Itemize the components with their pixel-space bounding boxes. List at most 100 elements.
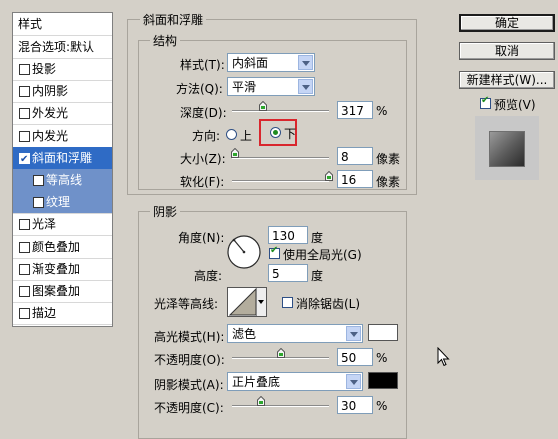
style-item[interactable]: 纹理 <box>13 191 112 215</box>
bevel-style-select[interactable]: 内斜面 <box>227 53 315 72</box>
size-slider-thumb[interactable] <box>230 148 239 158</box>
shadow-opacity-unit: % <box>376 399 388 413</box>
style-item[interactable]: 渐变叠加 <box>13 258 112 281</box>
shadow-mode-select[interactable]: 正片叠底 <box>227 372 363 391</box>
direction-down-radio[interactable] <box>270 127 281 138</box>
style-item-checkbox[interactable] <box>19 130 30 142</box>
global-light-label: 使用全局光(G) <box>283 248 362 262</box>
bevel-title: 斜面和浮雕 <box>140 11 207 28</box>
style-item[interactable]: 内发光 <box>13 125 112 148</box>
angle-dial[interactable] <box>226 234 262 270</box>
angle-label: 角度(N): <box>178 231 225 245</box>
style-list: 样式 混合选项:默认 投影内阴影外发光内发光斜面和浮雕等高线纹理光泽颜色叠加渐变… <box>12 12 113 327</box>
shadow-opacity-label: 不透明度(C): <box>154 401 224 415</box>
depth-slider-track[interactable] <box>232 110 329 112</box>
highlight-color-swatch[interactable] <box>368 324 398 341</box>
gloss-contour-picker[interactable] <box>227 287 267 317</box>
highlight-opacity-thumb[interactable] <box>276 348 285 358</box>
depth-input[interactable]: 317 <box>337 101 373 119</box>
style-item-checkbox[interactable] <box>19 108 30 120</box>
highlight-opacity-label: 不透明度(O): <box>154 353 225 367</box>
soften-slider-thumb[interactable] <box>325 171 333 181</box>
gloss-contour-label: 光泽等高线: <box>154 297 219 311</box>
style-item-checkbox[interactable] <box>19 86 30 98</box>
style-item-checkbox[interactable] <box>33 197 44 209</box>
shading-title: 阴影 <box>150 203 181 220</box>
style-item-label: 投影 <box>32 62 57 76</box>
chevron-down-icon <box>298 55 313 70</box>
style-item-label: 斜面和浮雕 <box>32 150 93 165</box>
shadow-mode-value: 正片叠底 <box>232 375 281 389</box>
shadow-opacity-track[interactable] <box>232 405 329 407</box>
style-item-label: 纹理 <box>46 195 71 210</box>
shadow-opacity-thumb[interactable] <box>257 396 266 406</box>
style-item[interactable]: 光泽 <box>13 213 112 237</box>
technique-value: 平滑 <box>232 80 257 94</box>
altitude-input[interactable]: 5 <box>268 264 308 282</box>
soften-unit: 像素 <box>376 175 401 189</box>
style-item[interactable]: 外发光 <box>13 102 112 126</box>
global-light-checkbox[interactable] <box>269 245 280 259</box>
shadow-color-swatch[interactable] <box>368 372 398 389</box>
blending-options[interactable]: 混合选项:默认 <box>13 36 112 59</box>
ok-button[interactable]: 确定 <box>459 14 555 32</box>
style-item[interactable]: 斜面和浮雕 <box>13 146 112 171</box>
style-item[interactable]: 描边 <box>13 302 112 326</box>
style-item-label: 外发光 <box>32 106 69 121</box>
highlight-opacity-unit: % <box>376 351 388 365</box>
direction-label: 方向: <box>192 129 221 143</box>
soften-input[interactable]: 16 <box>337 170 373 188</box>
highlight-mode-label: 高光模式(H): <box>154 330 225 344</box>
altitude-unit: 度 <box>311 269 324 283</box>
technique-select[interactable]: 平滑 <box>227 77 315 96</box>
angle-input[interactable]: 130 <box>268 226 308 244</box>
size-slider-track[interactable] <box>232 157 329 159</box>
size-label: 大小(Z): <box>180 152 226 166</box>
new-style-button[interactable]: 新建样式(W)... <box>459 71 555 89</box>
direction-up-radio[interactable] <box>226 129 237 140</box>
highlight-opacity-input[interactable]: 50 <box>337 348 373 366</box>
style-item-checkbox[interactable] <box>19 308 30 320</box>
style-item-checkbox[interactable] <box>19 64 30 75</box>
preview-label: 预览(V) <box>494 98 536 112</box>
preview-checkbox[interactable] <box>480 95 491 109</box>
chevron-down-icon <box>298 79 313 94</box>
style-item[interactable]: 等高线 <box>13 169 112 192</box>
style-item-label: 光泽 <box>32 217 57 232</box>
chevron-down-icon <box>346 374 361 389</box>
style-item-checkbox[interactable] <box>19 241 30 253</box>
style-item[interactable]: 颜色叠加 <box>13 236 112 259</box>
highlight-mode-value: 滤色 <box>232 327 257 341</box>
style-item-label: 内阴影 <box>32 84 69 99</box>
anti-alias-checkbox[interactable] <box>282 297 293 308</box>
direction-up-label: 上 <box>240 129 253 143</box>
style-item-label: 渐变叠加 <box>32 261 81 276</box>
style-item-checkbox[interactable] <box>19 219 30 231</box>
chevron-down-icon[interactable] <box>256 288 266 316</box>
style-item[interactable]: 内阴影 <box>13 80 112 104</box>
altitude-label: 高度: <box>194 269 223 283</box>
chevron-down-icon <box>346 326 361 341</box>
mouse-cursor-icon <box>437 346 450 370</box>
soften-slider-track[interactable] <box>232 180 329 182</box>
style-item[interactable]: 图案叠加 <box>13 280 112 303</box>
style-item[interactable]: 投影 <box>13 58 112 81</box>
soften-label: 软化(F): <box>180 175 225 189</box>
style-item-label: 颜色叠加 <box>32 239 81 254</box>
anti-alias-label: 消除锯齿(L) <box>296 297 361 311</box>
style-item-checkbox[interactable] <box>19 286 30 297</box>
cancel-button[interactable]: 取消 <box>459 42 555 60</box>
style-item-checkbox[interactable] <box>19 263 30 275</box>
style-item-label: 图案叠加 <box>32 284 81 298</box>
styles-header[interactable]: 样式 <box>13 13 112 36</box>
style-label: 样式(T): <box>180 58 225 72</box>
depth-slider-thumb[interactable] <box>258 101 267 111</box>
shadow-opacity-input[interactable]: 30 <box>337 396 373 414</box>
style-item-checkbox[interactable] <box>19 149 30 171</box>
depth-label: 深度(D): <box>180 106 227 120</box>
preview-swatch <box>489 131 525 167</box>
highlight-mode-select[interactable]: 滤色 <box>227 324 363 343</box>
style-item-checkbox[interactable] <box>33 175 44 186</box>
size-input[interactable]: 8 <box>337 147 373 165</box>
technique-label: 方法(Q): <box>176 82 223 96</box>
